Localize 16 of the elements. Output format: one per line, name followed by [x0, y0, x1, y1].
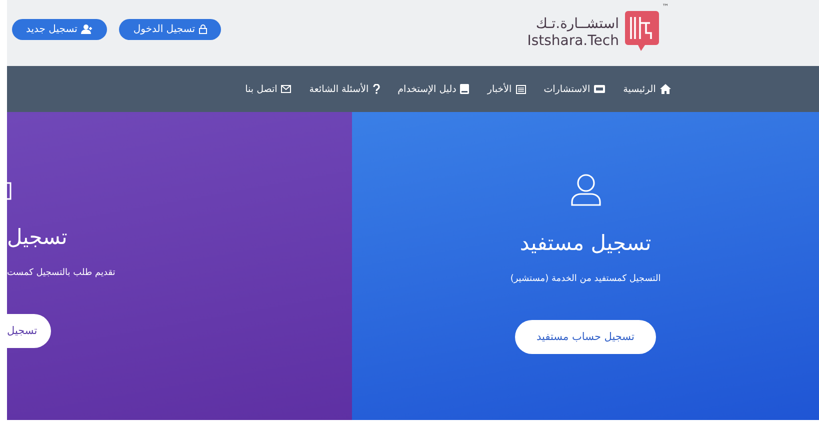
logo-latin-text: Istshara.Tech: [527, 33, 619, 50]
nav-link[interactable]: اتصل بنا: [245, 84, 292, 94]
nav-link[interactable]: الأسئلة الشائعة: [309, 84, 380, 94]
card-title: تسجيل: [7, 224, 68, 251]
register-button[interactable]: تسجيل: [7, 314, 52, 348]
logo-arabic-text: استشــارة.تـك: [536, 16, 619, 33]
card-title: تسجيل مستفيد: [520, 230, 652, 257]
header-button[interactable]: تسجيل جديد: [12, 18, 108, 40]
register-button[interactable]: تسجيل حساب مستفيد: [514, 320, 656, 354]
nav-link[interactable]: دليل الإستخدام: [398, 84, 470, 94]
nav-link[interactable]: الرئيسية: [623, 84, 671, 94]
card-subtitle: تقديم طلب بالتسجيل كمست: [7, 268, 116, 278]
nav-link[interactable]: الأخبار: [487, 84, 526, 94]
card-subtitle: التسجيل كمستفيد من الخدمة (مستشير): [510, 274, 661, 284]
header-button[interactable]: تسجيل الدخول: [119, 18, 222, 40]
nav-link[interactable]: الاستشارات: [544, 84, 606, 94]
